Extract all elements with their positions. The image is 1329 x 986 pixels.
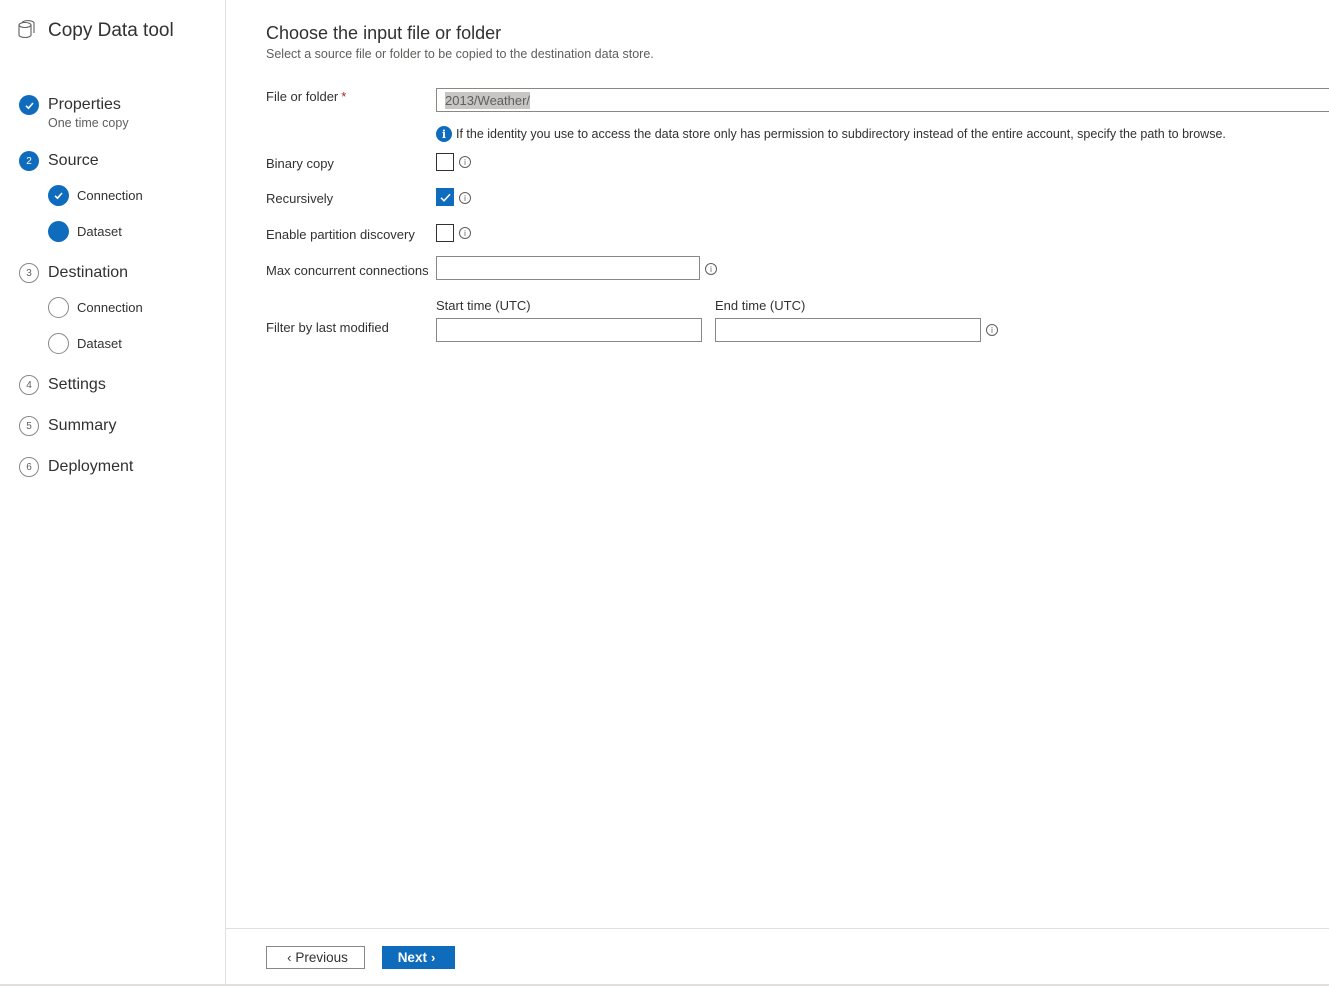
- step-settings[interactable]: Settings: [48, 376, 106, 394]
- step-properties-sublabel: One time copy: [48, 116, 129, 130]
- max-connections-input[interactable]: [436, 256, 700, 280]
- required-mark: *: [341, 89, 347, 104]
- substep-source-dataset[interactable]: Dataset: [77, 224, 122, 239]
- binary-copy-checkbox[interactable]: [436, 153, 454, 171]
- step-settings-number: 4: [19, 375, 39, 395]
- end-time-label: End time (UTC): [715, 298, 806, 313]
- step-summary-number: 5: [19, 416, 39, 436]
- app-title-text: Copy Data tool: [48, 20, 174, 41]
- recursively-checkbox[interactable]: [436, 188, 454, 206]
- start-time-input[interactable]: [436, 318, 702, 342]
- file-or-folder-input[interactable]: 2013/Weather/: [436, 88, 1329, 112]
- max-connections-label: Max concurrent connections: [266, 263, 429, 278]
- partition-discovery-info-icon[interactable]: i: [459, 227, 471, 239]
- substep-destination-connection[interactable]: Connection: [77, 300, 143, 315]
- step-deployment[interactable]: Deployment: [48, 458, 133, 476]
- checkmark-icon: [439, 193, 451, 202]
- step-destination-number: 3: [19, 263, 39, 283]
- app-title: Copy Data tool: [16, 20, 174, 42]
- filter-last-modified-label: Filter by last modified: [266, 320, 389, 335]
- step-source-number: 2: [19, 151, 39, 171]
- substep-source-connection[interactable]: Connection: [77, 188, 143, 203]
- wizard-sidebar: Copy Data tool Properties One time copy …: [0, 0, 226, 984]
- next-button[interactable]: Next ›: [382, 946, 455, 969]
- step-summary[interactable]: Summary: [48, 417, 116, 435]
- page-title: Choose the input file or folder: [266, 23, 502, 43]
- start-time-label: Start time (UTC): [436, 298, 531, 313]
- binary-copy-label: Binary copy: [266, 156, 334, 171]
- file-or-folder-label: File or folder *: [266, 89, 346, 104]
- step-deployment-number: 6: [19, 457, 39, 477]
- wizard-footer: ‹ Previous Next ›: [226, 928, 1329, 984]
- step-properties[interactable]: Properties: [48, 96, 121, 114]
- end-time-input[interactable]: [715, 318, 981, 342]
- binary-copy-info-icon[interactable]: i: [459, 156, 471, 168]
- substep-destination-connection-marker: [48, 297, 69, 318]
- substep-destination-dataset[interactable]: Dataset: [77, 336, 122, 351]
- file-or-folder-label-text: File or folder: [266, 89, 339, 104]
- main-panel: Choose the input file or folder Select a…: [226, 0, 1329, 928]
- step-properties-check-icon: [19, 95, 39, 115]
- recursively-label: Recursively: [266, 191, 334, 206]
- substep-source-connection-check-icon: [48, 185, 69, 206]
- info-banner: i If the identity you use to access the …: [436, 126, 1226, 142]
- recursively-info-icon[interactable]: i: [459, 192, 471, 204]
- previous-button-label: Previous: [295, 950, 348, 965]
- next-button-label: Next: [397, 950, 427, 965]
- file-or-folder-value: 2013/Weather/: [445, 91, 531, 109]
- previous-button[interactable]: ‹ Previous: [266, 946, 365, 969]
- partition-discovery-label: Enable partition discovery: [266, 227, 415, 242]
- partition-discovery-checkbox[interactable]: [436, 224, 454, 242]
- substep-source-dataset-marker: [48, 221, 69, 242]
- filter-info-icon[interactable]: i: [986, 324, 998, 336]
- info-icon: i: [436, 126, 452, 142]
- step-source[interactable]: Source: [48, 152, 99, 170]
- database-icon: [18, 20, 35, 39]
- page-subtitle: Select a source file or folder to be cop…: [266, 47, 654, 61]
- substep-destination-dataset-marker: [48, 333, 69, 354]
- max-connections-info-icon[interactable]: i: [705, 263, 717, 275]
- step-destination[interactable]: Destination: [48, 264, 128, 282]
- chevron-right-icon: ›: [430, 950, 436, 965]
- info-text: If the identity you use to access the da…: [456, 127, 1226, 141]
- chevron-left-icon: ‹: [287, 950, 292, 965]
